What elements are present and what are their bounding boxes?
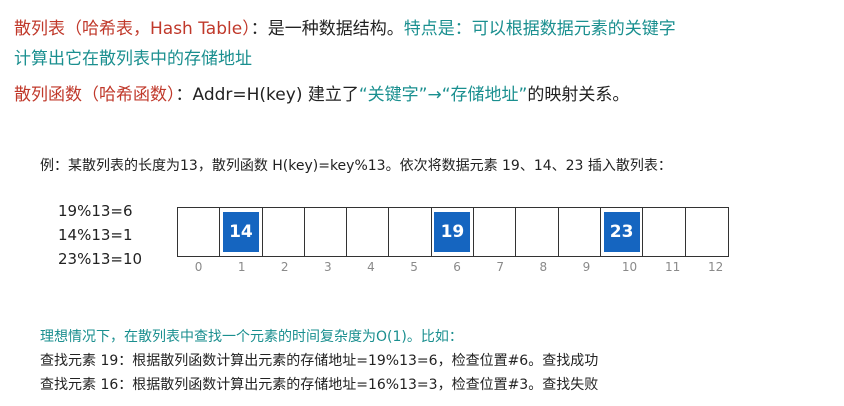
hash-table: 14 19 23 — [177, 207, 729, 257]
hash-table-index: 12 — [708, 260, 724, 274]
hash-table-cell — [686, 208, 728, 256]
hash-table-index: 5 — [410, 260, 418, 274]
hash-table-value: 19 — [434, 212, 471, 252]
hash-table-cell: 23 — [601, 208, 644, 256]
hash-table-cell — [643, 208, 686, 256]
hash-table-term: 散列表（哈希表，Hash Table） — [14, 19, 251, 39]
hash-table-index: 8 — [539, 260, 548, 274]
hash-table-value: 14 — [222, 212, 259, 252]
hash-table-index: 1 — [237, 260, 246, 274]
hash-table-index: 4 — [367, 260, 375, 274]
hash-table-cell — [347, 208, 390, 256]
hash-function-line: 散列函数（哈希函数）：Addr=H(key) 建立了“关键字”→“存储地址”的映… — [14, 80, 629, 105]
hash-table-index: 11 — [664, 260, 681, 274]
hash-table-index: 3 — [324, 260, 332, 274]
hash-table-indices: 0 1 2 3 4 5 6 7 8 9 10 11 12 — [177, 260, 737, 274]
hash-table-index: 7 — [496, 260, 505, 274]
hash-table-cell — [559, 208, 601, 256]
hash-table-cell — [305, 208, 348, 256]
equation-14: 14%13=1 — [58, 226, 133, 244]
hash-table-cell — [516, 208, 559, 256]
hash-table-index: 2 — [280, 260, 289, 274]
lookup-16-text: 查找元素 16：根据散列函数计算出元素的存储地址=16%13=3，检查位置#3。… — [40, 377, 599, 393]
hash-table-cell — [263, 208, 305, 256]
lookup-19-text: 查找元素 19：根据散列函数计算出元素的存储地址=19%13=6，检查位置#6。… — [40, 353, 599, 369]
hash-table-value: 23 — [603, 212, 640, 252]
hash-table-cell — [474, 208, 517, 256]
hash-table-index: 0 — [194, 260, 203, 274]
hash-table-cell — [178, 208, 221, 256]
definition-line-2: 计算出它在散列表中的存储地址 — [14, 49, 252, 69]
hash-function-term: 散列函数（哈希函数） — [14, 85, 176, 105]
feature-text: 特点是：可以根据数据元素的关键字 — [403, 19, 676, 39]
example-text: 例：某散列表的长度为13，散列函数 H(key)=key%13。依次将数据元素 … — [40, 158, 672, 174]
hash-table-index: 9 — [582, 260, 591, 274]
equation-19: 19%13=6 — [58, 202, 133, 220]
hash-table-cell — [389, 208, 432, 256]
hash-table-index: 6 — [453, 260, 461, 274]
hash-table-cell: 14 — [220, 208, 263, 256]
equation-23: 23%13=10 — [58, 250, 143, 268]
definition-line-1: 散列表（哈希表，Hash Table）：是一种数据结构。特点是：可以根据数据元素… — [14, 14, 676, 39]
mapping-suffix: 的映射关系。 — [527, 85, 630, 105]
hash-table-cell: 19 — [432, 208, 475, 256]
hash-function-formula: ：Addr=H(key) 建立了 — [175, 85, 359, 105]
hash-table-index: 10 — [621, 260, 638, 274]
definition-text: ：是一种数据结构。 — [250, 19, 404, 39]
mapping-text: “关键字”→“存储地址” — [358, 85, 528, 105]
ideal-case-text: 理想情况下，在散列表中查找一个元素的时间复杂度为O(1)。比如： — [40, 329, 463, 345]
